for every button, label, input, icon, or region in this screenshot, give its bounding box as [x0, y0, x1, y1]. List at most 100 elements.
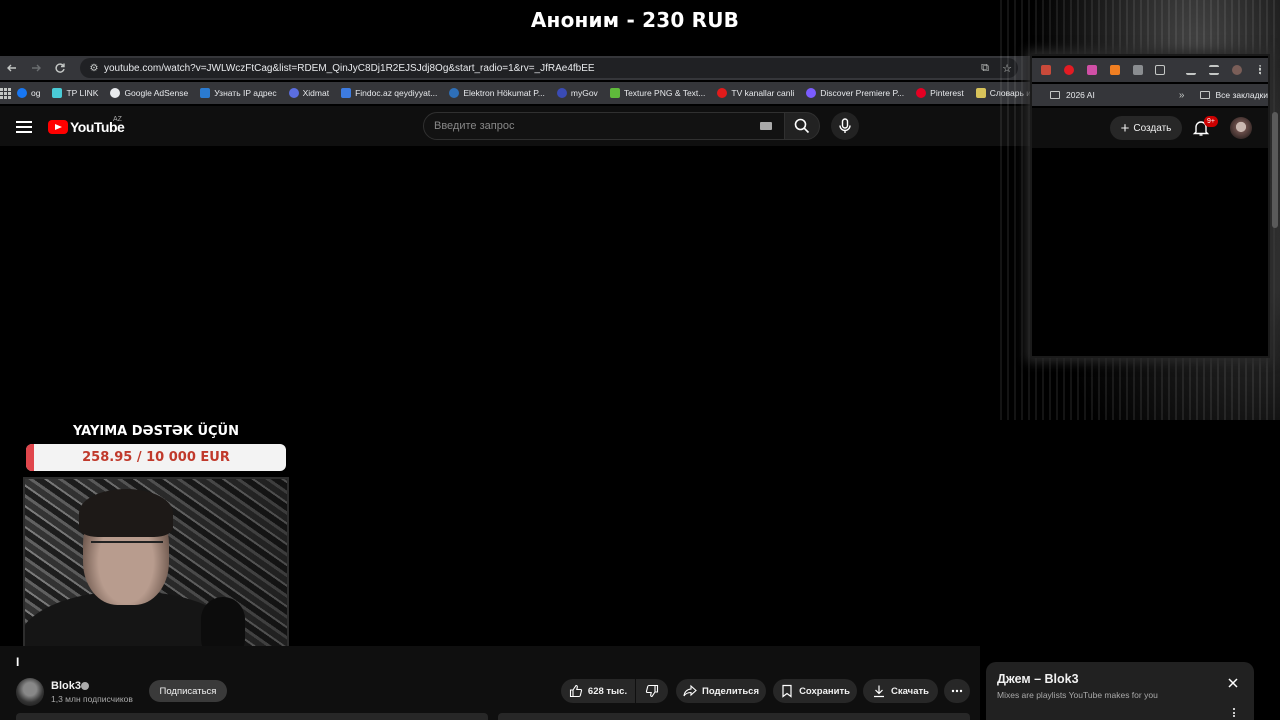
- all-bookmarks[interactable]: Все закладки: [1215, 90, 1268, 100]
- bookmark-label: Discover Premiere P...: [820, 88, 905, 98]
- bookmark-label: myGov: [570, 88, 598, 98]
- verified-icon: [81, 682, 89, 690]
- forward-icon[interactable]: [24, 56, 48, 80]
- bookmark-label: Pinterest: [930, 88, 964, 98]
- bookmark-label: TV kanallar canli: [731, 88, 795, 98]
- download-icon: [874, 685, 885, 698]
- bookmark-item[interactable]: myGov: [551, 82, 604, 104]
- donation-goal-text: 258.95 / 10 000 EUR: [82, 450, 230, 465]
- more-actions-button[interactable]: [944, 679, 970, 703]
- folder-icon: [1050, 91, 1060, 99]
- channel-avatar[interactable]: [16, 678, 44, 706]
- pinterest-icon: [916, 88, 927, 98]
- comments-box[interactable]: [498, 713, 970, 720]
- bookmark-label: Texture PNG & Text...: [623, 88, 706, 98]
- site-settings-icon[interactable]: ⚙: [84, 63, 104, 74]
- download-button[interactable]: Скачать: [863, 679, 938, 703]
- search-box[interactable]: [423, 112, 785, 140]
- gov-icon: [449, 88, 460, 98]
- media-controls-icon[interactable]: [1206, 58, 1223, 82]
- plus-icon: +: [1120, 119, 1130, 137]
- search-icon: [794, 118, 810, 134]
- apps-grid-icon[interactable]: [0, 87, 11, 99]
- premiere-icon: [806, 88, 817, 98]
- voice-search-button[interactable]: [831, 112, 859, 140]
- extension-icon[interactable]: [1084, 58, 1101, 82]
- bookmark-star-icon[interactable]: ☆: [996, 62, 1018, 75]
- hamburger-menu-icon[interactable]: [14, 118, 34, 134]
- extension-icon[interactable]: [1129, 58, 1146, 82]
- video-title: I: [16, 655, 20, 669]
- bookmark-item[interactable]: Словарь игровых т...: [970, 82, 1030, 104]
- keyboard-icon[interactable]: [760, 122, 772, 130]
- create-label: Создать: [1133, 122, 1172, 134]
- description-box[interactable]: [16, 713, 488, 720]
- bookmark-item[interactable]: Xidmat: [283, 82, 335, 104]
- like-count: 628 тыс.: [587, 685, 628, 697]
- country-code: AZ: [113, 116, 122, 123]
- more-horizontal-icon: [951, 689, 963, 693]
- bookmark-item[interactable]: Findoc.az qeydiyyat...: [335, 82, 443, 104]
- bookmark-item[interactable]: Elektron Hökumat P...: [443, 82, 551, 104]
- bookmarks-bar: og TP LINK Google AdSense Узнать IP адре…: [0, 82, 1030, 104]
- bookmark-label: Xidmat: [302, 88, 330, 98]
- globe-icon: [288, 88, 299, 98]
- puzzle-icon[interactable]: [1152, 58, 1169, 82]
- share-button[interactable]: Поделиться: [676, 679, 766, 703]
- search-input[interactable]: [434, 120, 760, 132]
- extension-icon[interactable]: [1061, 58, 1078, 82]
- back-icon[interactable]: [0, 56, 24, 80]
- folder-icon: [1200, 91, 1211, 99]
- more-vertical-icon[interactable]: [1232, 708, 1236, 720]
- share-label: Поделиться: [701, 685, 759, 697]
- profile-icon[interactable]: [1228, 58, 1245, 82]
- share-icon: [683, 684, 697, 697]
- findoc-icon: [341, 88, 352, 98]
- bookmark-label: Google AdSense: [124, 88, 189, 98]
- browser-menu-icon[interactable]: [1251, 58, 1268, 82]
- bookmark-item[interactable]: Google AdSense: [104, 82, 194, 104]
- bookmark-item[interactable]: TP LINK: [46, 82, 104, 104]
- bookmark-item[interactable]: Texture PNG & Text...: [604, 82, 712, 104]
- bookmark-label: og: [31, 88, 41, 98]
- bookmark-item[interactable]: Узнать IP адрес: [194, 82, 282, 104]
- bookmark-item[interactable]: og: [11, 82, 46, 104]
- bookmark-item[interactable]: Discover Premiere P...: [800, 82, 910, 104]
- bookmark-icon: [782, 684, 792, 698]
- extension-icon[interactable]: [1038, 58, 1055, 82]
- mix-title[interactable]: Джем – Blok3: [997, 672, 1079, 686]
- chevron-double-right-icon[interactable]: »: [1179, 90, 1185, 101]
- save-button[interactable]: Сохранить: [773, 679, 857, 703]
- create-button[interactable]: + Создать: [1110, 116, 1182, 140]
- download-icon[interactable]: [1183, 58, 1200, 82]
- dislike-button[interactable]: [636, 679, 668, 703]
- search-button[interactable]: [784, 112, 820, 140]
- microphone-icon: [839, 118, 851, 133]
- thumbs-up-icon: [569, 684, 583, 698]
- page-scrollbar[interactable]: [1272, 112, 1278, 228]
- browser-toolbar: ⚙ youtube.com/watch?v=JWLWczFtCag&list=R…: [0, 56, 1030, 80]
- close-icon[interactable]: [1226, 676, 1240, 690]
- address-bar[interactable]: ⚙ youtube.com/watch?v=JWLWczFtCag&list=R…: [80, 58, 1018, 78]
- donation-goal-bar: 258.95 / 10 000 EUR: [26, 444, 286, 471]
- extension-icon[interactable]: [1106, 58, 1123, 82]
- tv-icon: [717, 88, 728, 98]
- bookmark-item[interactable]: Pinterest: [910, 82, 970, 104]
- right-browser-panel: 2026 AI » Все закладки + Создать 9+: [1030, 54, 1270, 358]
- install-app-icon[interactable]: ⧉: [974, 62, 996, 75]
- mix-playlist-panel: Джем – Blok3 Mixes are playlists YouTube…: [986, 662, 1254, 720]
- like-button[interactable]: 628 тыс.: [561, 679, 635, 703]
- download-label: Скачать: [891, 685, 929, 697]
- mygov-icon: [556, 88, 567, 98]
- account-avatar[interactable]: [1230, 117, 1252, 139]
- glasses: [91, 541, 163, 553]
- bookmark-item[interactable]: TV kanallar canli: [711, 82, 800, 104]
- channel-name[interactable]: Blok3: [51, 680, 81, 692]
- tplink-icon: [52, 88, 63, 98]
- url-text[interactable]: youtube.com/watch?v=JWLWczFtCag&list=RDE…: [104, 63, 974, 74]
- reload-icon[interactable]: [48, 56, 72, 80]
- subscribe-button[interactable]: Подписаться: [149, 680, 227, 702]
- bookmark-folder[interactable]: 2026 AI: [1066, 90, 1095, 100]
- bookmark-label: Узнать IP адрес: [214, 88, 277, 98]
- facebook-icon: [17, 88, 27, 98]
